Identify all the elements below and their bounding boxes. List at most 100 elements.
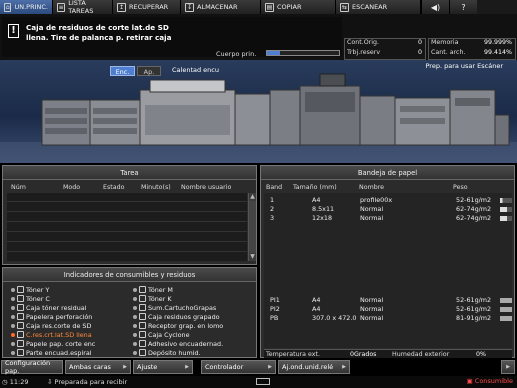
reserve-value: 0 [417,49,422,56]
archive-label: Cant. arch. [431,49,466,56]
status-dot-icon [133,323,137,328]
tray-band: 3 [270,214,275,222]
machine-illustration [0,73,517,163]
status-dot-icon [11,350,15,355]
memory-value: 99.999% [483,39,512,46]
tray-name: profile00x [360,196,393,204]
orig-counter-label: Cont.Orig. [347,39,380,46]
tray-col-band: Band [266,184,283,191]
controller-button[interactable]: Controlador ▶ [201,360,276,374]
task-row [7,213,247,222]
consumable-label: Papele pap. corte enc [26,339,96,348]
status-dot-icon [11,305,15,310]
consumable-icon [17,286,24,293]
tray-row[interactable]: PI2 A4 Normal 52-61g/m2 [264,305,512,314]
consumable-item: Tóner M [133,285,173,294]
consumable-label: Adhesivo encuadernad. [148,339,224,348]
tab-job-list[interactable]: ≡ LISTA TAREAS [53,0,113,15]
status-dot-icon [133,314,137,319]
consumable-icon [139,322,146,329]
archive-counter: Cant. arch. 99.414% [429,49,515,59]
copy-icon: ▤ [265,2,274,12]
consumable-label: Receptor grap. en lomo [148,321,224,330]
clock-time: 11:29 [9,378,29,386]
task-col-user: Nombre usuario [181,184,232,191]
tab-main[interactable]: ⌂ UN.PRINC. [0,0,53,14]
tab-scan-label: ESCANEAR [352,3,388,11]
consumable-alert-text: Consumible [474,377,513,385]
home-icon: ⌂ [4,2,12,12]
consumable-icon [17,340,24,347]
paper-level-icon [500,198,512,203]
tab-recall[interactable]: ↥ RECUPERAR [113,0,181,14]
warning-icon: ! [8,24,19,38]
duplex-button[interactable]: Ambas caras ▶ [65,360,131,374]
humidity-value: 0% [476,351,486,358]
status-dot-icon [11,332,15,337]
status-dot-icon [133,305,137,310]
consumable-icon [17,331,24,338]
reserve-label: Trbj.reserv [347,49,381,56]
paper-settings-label: Configuración pap. [5,359,51,375]
warning-line-1: Caja de residuos de corte lat.de SD [26,23,169,32]
consumable-label: Tóner Y [26,285,50,294]
scan-icon: ⇆ [340,2,349,12]
consumable-icon [139,331,146,338]
tray-band: PI1 [270,296,280,304]
humidity-label: Humedad exterior [392,351,450,358]
next-page-button[interactable]: ▶ [501,360,515,374]
paper-settings-button[interactable]: Configuración pap. [1,359,63,375]
power-on-button[interactable]: Enc. [110,66,135,76]
scroll-up-icon[interactable]: ▲ [249,193,256,201]
tray-row[interactable]: 1 A4 profile00x 52-61g/m2 [264,196,512,205]
consumable-item: Caja Cyclone [133,330,190,339]
power-off-button[interactable]: Ap. [137,66,161,76]
expand-icon: ▶ [268,364,272,370]
volume-button[interactable]: ◀) [421,0,449,14]
relay-wave-button[interactable]: Aj.ond.unid.relé ▶ [278,360,350,374]
status-dot-icon [133,341,137,346]
task-row [7,223,247,232]
consumable-icon [17,304,24,311]
help-button[interactable]: ? [449,0,477,14]
tab-store[interactable]: ↧ ALMACENAR [181,0,261,14]
tab-recall-label: RECUPERAR [129,3,169,11]
tray-col-weight: Peso [453,184,468,191]
adjust-button[interactable]: Ajuste ▶ [133,360,193,374]
task-panel-title: Tarea [3,166,256,180]
tray-weight: 62-74g/m2 [456,214,492,222]
task-scrollbar[interactable]: ▲ ▼ [248,193,256,261]
tray-row[interactable]: 3 12x18 Normal 62-74g/m2 [264,214,512,223]
tray-name: Normal [360,214,384,222]
tray-band: PB [270,314,279,322]
tab-copy[interactable]: ▤ COPIAR [261,0,336,14]
tray-col-size: Tamaño (mm) [293,184,337,191]
tray-row[interactable]: 2 8.5x11 Normal 62-74g/m2 [264,205,512,214]
warmup-status: Calentad encu [172,66,219,74]
consumable-label: Depósito humid. [148,348,201,357]
tray-size: A4 [312,296,321,304]
task-panel: Tarea Núm Modo Estado Minuto(s) Nombre u… [2,165,257,265]
archive-value: 99.414% [483,49,512,56]
message-area: ! Caja de residuos de corte lat.de SD ll… [0,14,517,60]
consumable-alert[interactable]: ▣ Consumible [467,377,513,385]
tray-size: A4 [312,196,321,204]
consumable-item: Papelera perforación [11,312,92,321]
tab-scan[interactable]: ⇆ ESCANEAR [336,0,421,14]
paper-level-icon [500,298,512,303]
tray-row[interactable]: PB 307.0 x 472.0 Normal 81-91g/m2 [264,314,512,323]
keyboard-icon[interactable] [256,378,270,385]
consumable-item: C.res.crt.lat.SD llena [11,330,92,339]
tray-row[interactable]: PI1 A4 Normal 52-61g/m2 [264,296,512,305]
scroll-down-icon[interactable]: ▼ [249,253,256,261]
status-dot-icon [11,323,15,328]
tray-name: Normal [360,305,384,313]
status-dot-icon [133,350,137,355]
consumable-item: Receptor grap. en lomo [133,321,223,330]
orig-counter: Cont.Orig. 0 [345,39,425,49]
paper-level-icon [500,207,512,212]
tray-band: 1 [270,196,275,204]
consumable-icon [17,322,24,329]
task-list[interactable] [7,193,247,261]
consumable-label: Caja Cyclone [148,330,190,339]
